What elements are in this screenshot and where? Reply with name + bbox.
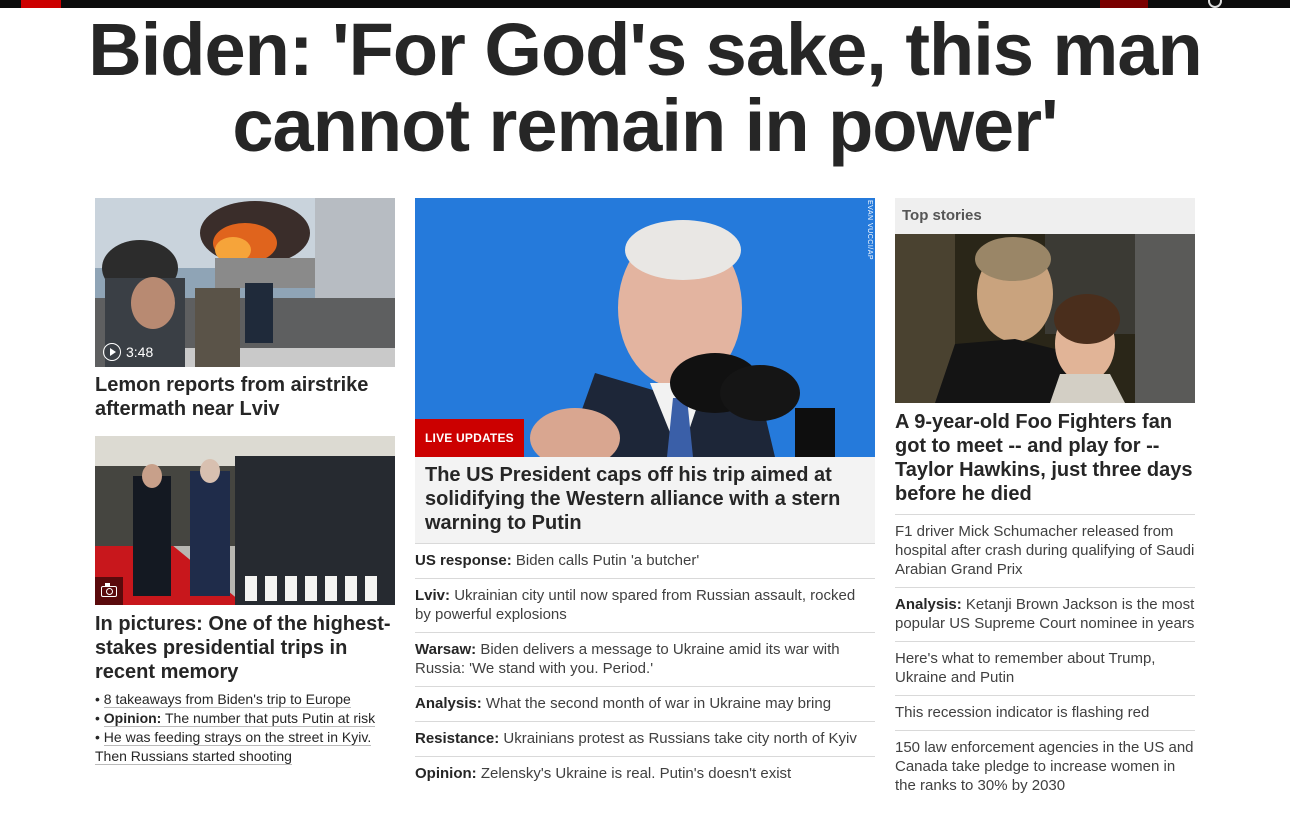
honor-guard-image	[95, 436, 395, 605]
gallery-badge	[95, 577, 123, 605]
list-item[interactable]: Analysis: What the second month of war i…	[415, 686, 875, 721]
video-duration-badge: 3:48	[99, 341, 157, 363]
list-item[interactable]: Lviv: Ukrainian city until now spared fr…	[415, 578, 875, 632]
presidential-trip-gallery-thumbnail[interactable]	[95, 436, 395, 605]
list-item[interactable]: 150 law enforcement agencies in the US a…	[895, 730, 1195, 803]
foo-fighters-image	[895, 234, 1195, 403]
list-item[interactable]: Analysis: Ketanji Brown Jackson is the m…	[895, 587, 1195, 641]
play-icon	[103, 343, 121, 361]
middle-column: EVAN VUCCI/AP LIVE UPDATES The US Presid…	[415, 198, 875, 791]
user-icon[interactable]	[1208, 0, 1222, 8]
airstrike-video-thumbnail[interactable]: 3:48	[95, 198, 395, 367]
bullet-link[interactable]: 8 takeaways from Biden's trip to Europe	[103, 691, 351, 708]
story-title-airstrike[interactable]: Lemon reports from airstrike aftermath n…	[95, 373, 395, 421]
main-headline[interactable]: Biden: 'For God's sake, this man cannot …	[40, 12, 1250, 164]
story-title-presidential-trip[interactable]: In pictures: One of the highest-stakes p…	[95, 612, 395, 684]
lead-related-links: US response: Biden calls Putin 'a butche…	[415, 543, 875, 791]
related-bullets: • 8 takeaways from Biden's trip to Europ…	[95, 690, 395, 766]
bullet-item: • 8 takeaways from Biden's trip to Europ…	[95, 691, 351, 708]
bullet-link[interactable]: He was feeding strays on the street in K…	[95, 729, 372, 765]
list-item[interactable]: Resistance: Ukrainians protest as Russia…	[415, 721, 875, 756]
cnn-logo[interactable]	[21, 0, 61, 8]
lead-story-title[interactable]: The US President caps off his trip aimed…	[415, 457, 875, 543]
list-item[interactable]: Here's what to remember about Trump, Ukr…	[895, 641, 1195, 695]
list-item[interactable]: This recession indicator is flashing red	[895, 695, 1195, 730]
list-item[interactable]: US response: Biden calls Putin 'a butche…	[415, 543, 875, 578]
right-column: Top stories A 9-year-old Foo Fighters fa…	[895, 198, 1195, 803]
top-stories-list: F1 driver Mick Schumacher released from …	[895, 514, 1195, 803]
list-item[interactable]: Opinion: Zelensky's Ukraine is real. Put…	[415, 756, 875, 791]
video-duration: 3:48	[126, 344, 154, 360]
bullet-link[interactable]: Opinion: The number that puts Putin at r…	[103, 710, 376, 727]
top-nav-bar	[0, 0, 1290, 8]
top-story-title[interactable]: A 9-year-old Foo Fighters fan got to mee…	[895, 410, 1195, 506]
photo-credit: EVAN VUCCI/AP	[866, 200, 873, 261]
camera-icon	[101, 582, 117, 597]
account-button[interactable]	[1100, 0, 1148, 8]
foo-fighters-thumbnail[interactable]	[895, 234, 1195, 403]
live-updates-badge: LIVE UPDATES	[415, 419, 524, 457]
biden-lead-image[interactable]: EVAN VUCCI/AP LIVE UPDATES	[415, 198, 875, 457]
bullet-item: • He was feeding strays on the street in…	[95, 729, 372, 765]
left-column: 3:48 Lemon reports from airstrike afterm…	[95, 198, 395, 766]
list-item[interactable]: F1 driver Mick Schumacher released from …	[895, 514, 1195, 587]
list-item[interactable]: Warsaw: Biden delivers a message to Ukra…	[415, 632, 875, 686]
top-stories-header: Top stories	[895, 198, 1195, 234]
bullet-item: • Opinion: The number that puts Putin at…	[95, 710, 376, 727]
